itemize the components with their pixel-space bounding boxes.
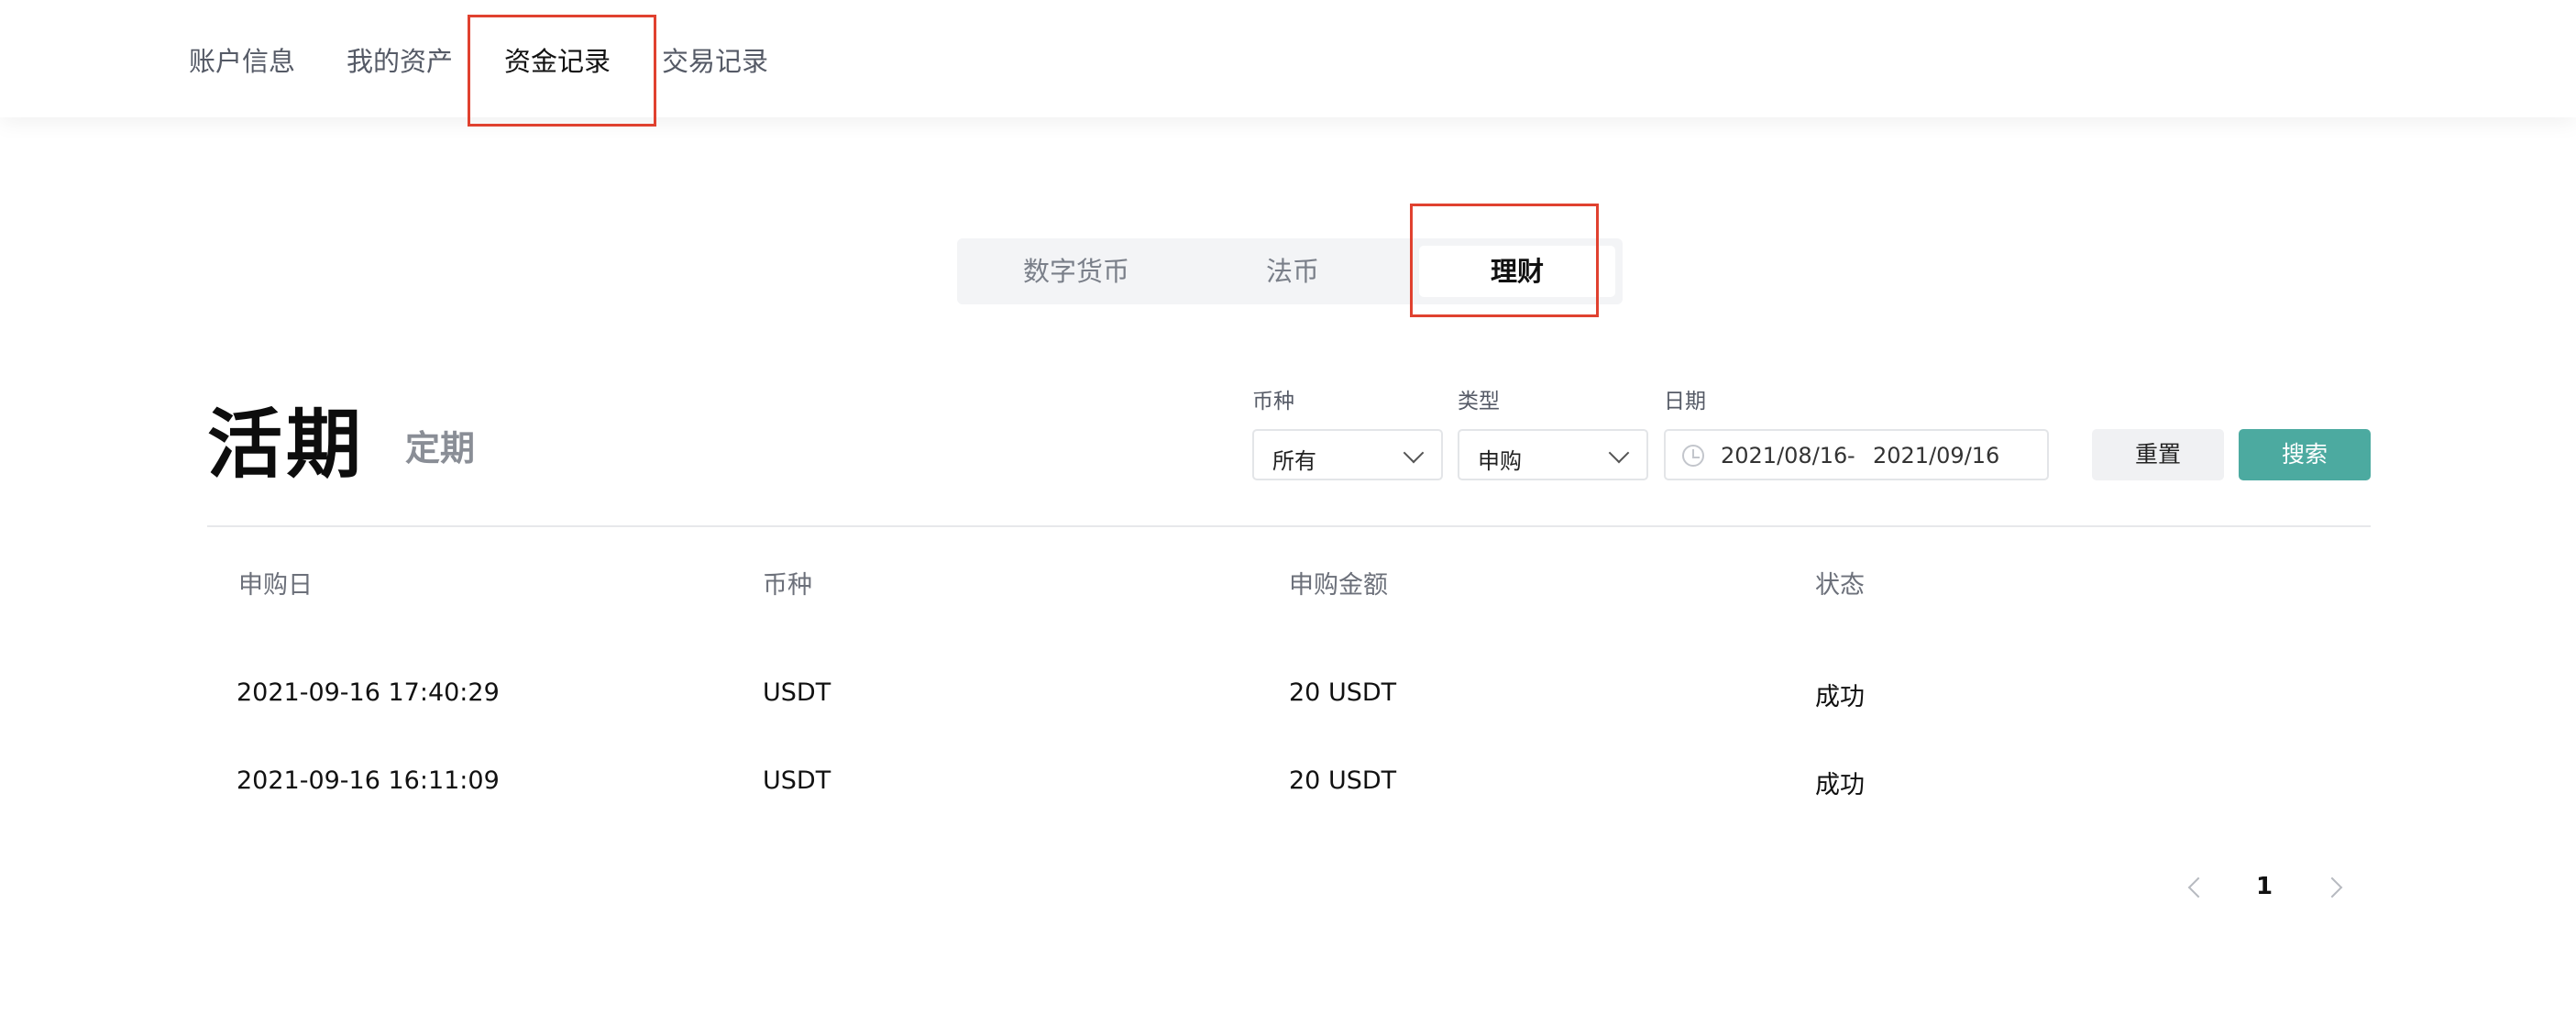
row-amount: 20 USDT: [1289, 678, 1397, 707]
top-nav: 账户信息 我的资产 资金记录 交易记录: [0, 0, 2576, 117]
column-header-amount: 申购金额: [1289, 571, 1388, 600]
column-header-currency: 币种: [763, 571, 812, 600]
row-amount: 20 USDT: [1289, 766, 1397, 795]
chevron-right-icon[interactable]: [2321, 876, 2343, 898]
nav-my-assets[interactable]: 我的资产: [347, 40, 453, 79]
divider: [207, 525, 2371, 527]
chevron-left-icon[interactable]: [2187, 876, 2209, 898]
date-range-picker[interactable]: 2021/08/16 - 2021/09/16: [1664, 429, 2049, 480]
section-title-current[interactable]: 活期: [207, 383, 365, 492]
page-number-current[interactable]: 1: [2250, 873, 2279, 900]
clock-icon: [1682, 445, 1704, 467]
date-filter-label: 日期: [1664, 390, 1706, 413]
nav-trade-records[interactable]: 交易记录: [662, 40, 768, 79]
row-status: 成功: [1815, 683, 1865, 711]
currency-select-value: 所有: [1272, 448, 1316, 474]
row-currency: USDT: [763, 766, 831, 795]
row-date: 2021-09-16 17:40:29: [237, 678, 500, 707]
reset-button[interactable]: 重置: [2092, 429, 2224, 480]
nav-fund-records[interactable]: 资金记录: [504, 40, 611, 79]
type-filter-label: 类型: [1458, 390, 1500, 413]
row-currency: USDT: [763, 678, 831, 707]
column-header-subscription-date: 申购日: [238, 571, 313, 600]
date-end[interactable]: 2021/09/16: [1873, 443, 1999, 468]
currency-filter-label: 币种: [1252, 390, 1294, 413]
type-select[interactable]: 申购: [1458, 429, 1648, 480]
search-button[interactable]: 搜索: [2239, 429, 2371, 480]
tab-wealth-management[interactable]: 理财: [1419, 246, 1615, 297]
tab-digital-currency[interactable]: 数字货币: [972, 246, 1181, 297]
date-start[interactable]: 2021/08/16: [1721, 443, 1847, 468]
tab-fiat[interactable]: 法币: [1194, 246, 1392, 297]
column-header-status: 状态: [1815, 571, 1865, 600]
type-select-value: 申购: [1478, 448, 1522, 474]
row-date: 2021-09-16 16:11:09: [237, 766, 500, 795]
date-separator: -: [1847, 443, 1855, 468]
chevron-down-icon: [1403, 442, 1425, 464]
chevron-down-icon: [1608, 442, 1630, 464]
section-title-fixed[interactable]: 定期: [405, 420, 475, 470]
currency-select[interactable]: 所有: [1252, 429, 1443, 480]
row-status: 成功: [1815, 771, 1865, 799]
record-type-segment: 数字货币 法币 理财: [957, 238, 1623, 304]
nav-account-info[interactable]: 账户信息: [189, 40, 295, 79]
